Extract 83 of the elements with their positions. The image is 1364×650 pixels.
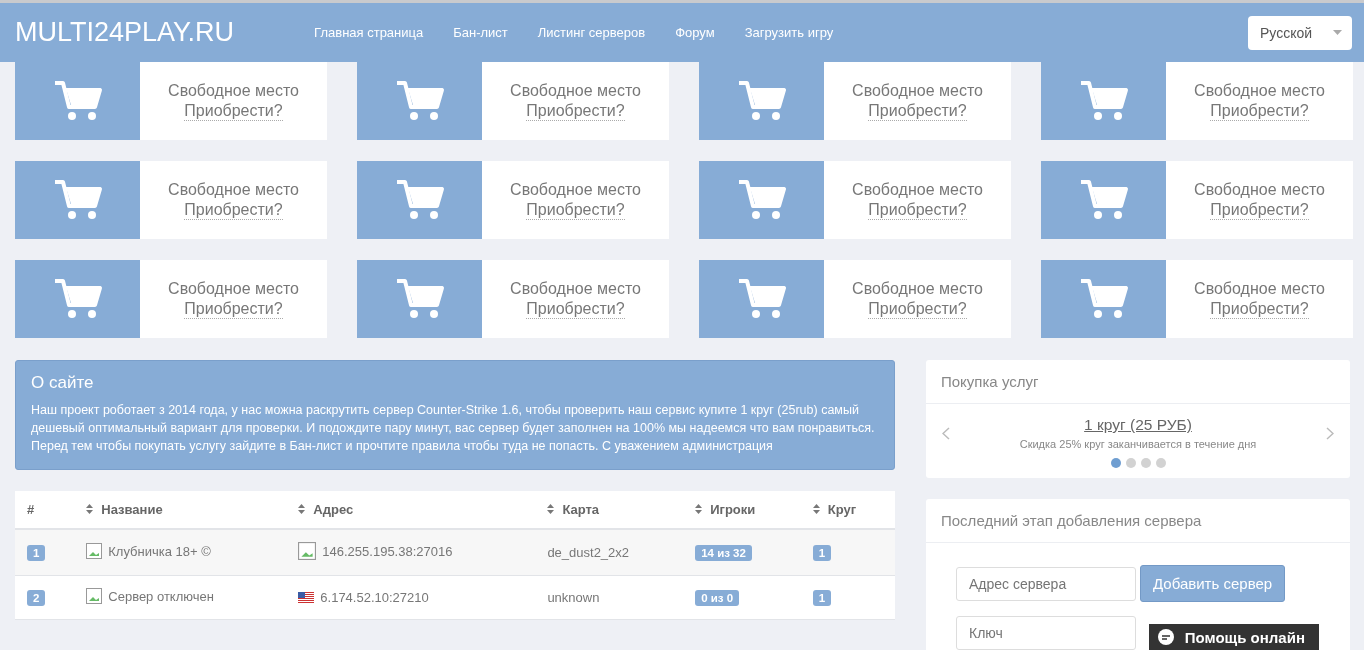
map-cell: unknown (535, 575, 684, 620)
about-title: О сайте (31, 373, 95, 393)
buy-link[interactable]: Приобрести? (1210, 200, 1309, 220)
carousel-dot[interactable] (1125, 458, 1136, 468)
shopping-cart-icon (52, 80, 103, 122)
buy-link[interactable]: Приобрести? (526, 200, 625, 220)
ad-slot-title: Свободное место (1194, 180, 1325, 199)
language-select[interactable]: Русской (1248, 15, 1352, 50)
shopping-cart-icon (1078, 179, 1129, 221)
sort-icon[interactable] (547, 504, 555, 514)
service-link[interactable]: 1 круг (25 РУБ) (1084, 416, 1192, 434)
chevron-right-icon[interactable] (1326, 426, 1334, 440)
sort-icon[interactable] (86, 504, 94, 514)
ad-slot-title: Свободное место (168, 180, 299, 199)
buy-link[interactable]: Приобрести? (868, 200, 967, 220)
players-badge: 0 из 0 (695, 589, 740, 606)
ad-slot-title: Свободное место (168, 279, 299, 298)
panel-title: Последний этап добавления сервера (926, 499, 1350, 543)
chat-label: Помощь онлайн (1184, 628, 1305, 646)
ad-slot-title: Свободное место (510, 81, 641, 100)
broken-image-icon (86, 543, 103, 559)
chat-widget[interactable]: Помощь онлайн (1148, 624, 1319, 650)
round-badge: 1 (812, 589, 832, 606)
buy-link[interactable]: Приобрести? (1210, 299, 1309, 319)
key-input[interactable]: Ключ (956, 616, 1136, 650)
buy-link[interactable]: Приобрести? (868, 299, 967, 319)
round-badge: 1 (812, 544, 832, 561)
sort-icon[interactable] (812, 504, 820, 514)
ad-slot-title: Свободное место (510, 180, 641, 199)
buy-link[interactable]: Приобрести? (184, 200, 283, 220)
ad-slot-title: Свободное место (852, 81, 983, 100)
buy-link[interactable]: Приобрести? (526, 299, 625, 319)
panel-title: Покупка услуг (926, 360, 1350, 404)
players-badge: 14 из 32 (695, 544, 752, 561)
shopping-cart-icon (1078, 80, 1129, 122)
service-description: Скидка 25% круг заканчивается в течение дня (1019, 438, 1257, 450)
row-number-badge: 1 (27, 544, 46, 561)
carousel-dot[interactable] (1155, 458, 1166, 468)
buy-link[interactable]: Приобрести? (184, 299, 283, 319)
buy-link[interactable]: Приобрести? (868, 101, 967, 121)
ad-slot-title: Свободное место (852, 279, 983, 298)
shopping-cart-icon (736, 179, 787, 221)
sort-icon[interactable] (298, 504, 306, 514)
ad-slot-title: Свободное место (1194, 81, 1325, 100)
carousel-dot[interactable] (1110, 458, 1121, 468)
shopping-cart-icon (394, 179, 445, 221)
shopping-cart-icon (736, 80, 787, 122)
server-name[interactable]: Сервер отключен (108, 588, 214, 604)
broken-image-icon (86, 588, 103, 604)
server-name[interactable]: Клубничка 18+ © (108, 543, 211, 559)
shopping-cart-icon (394, 278, 445, 320)
shopping-cart-icon (394, 80, 445, 122)
broken-image-icon (298, 542, 317, 560)
flag-icon (298, 591, 315, 603)
shopping-cart-icon (1078, 278, 1129, 320)
about-text: Наш проект роботает з 2014 года, у нас можна раскрутить сервер Counter-Strike 1.6, чтобы проверить наш сервис купите 1 круг (25rub) самый дешевый оптимальный вариант для проверки. И подождите пару минут, вас сервер будет заполнен на 100% мы надеемся что вам понравиться. Перед тем чтобы покупать услугу зайдите в Бан-лист и прочтите правила чтобы туда не попасть. С уважением администрация (31, 402, 876, 455)
map-cell: de_dust2_2x2 (535, 529, 684, 576)
buy-link[interactable]: Приобрести? (526, 101, 625, 121)
nav-link[interactable]: Бан-лист (453, 25, 508, 40)
add-server-button[interactable]: Добавить сервер (1140, 565, 1286, 602)
sort-icon[interactable] (695, 504, 703, 514)
ad-slot-title: Свободное место (852, 180, 983, 199)
chat-icon (1156, 628, 1175, 646)
row-number-badge: 2 (27, 589, 46, 606)
server-address: 146.255.195.38:27016 (322, 543, 453, 559)
ad-slot-title: Свободное место (168, 81, 299, 100)
site-logo[interactable]: MULTI24PLAY.RU (15, 17, 235, 48)
shopping-cart-icon (52, 278, 103, 320)
shopping-cart-icon (52, 179, 103, 221)
ad-slot-title: Свободное место (1194, 279, 1325, 298)
nav-link[interactable]: Форум (675, 25, 715, 40)
shopping-cart-icon (736, 278, 787, 320)
caret-icon (1333, 30, 1342, 35)
server-address: 6.174.52.10:27210 (320, 589, 429, 605)
buy-link[interactable]: Приобрести? (1210, 101, 1309, 121)
nav-link[interactable]: Главная страница (314, 25, 424, 40)
carousel-dot[interactable] (1140, 458, 1151, 468)
server-address-input[interactable]: Адрес сервера (956, 566, 1136, 601)
nav-link[interactable]: Загрузить игру (744, 25, 834, 40)
buy-link[interactable]: Приобрести? (184, 101, 283, 121)
chevron-left-icon[interactable] (942, 426, 950, 440)
ad-slot-title: Свободное место (510, 279, 641, 298)
nav-link[interactable]: Листинг серверов (537, 25, 646, 40)
